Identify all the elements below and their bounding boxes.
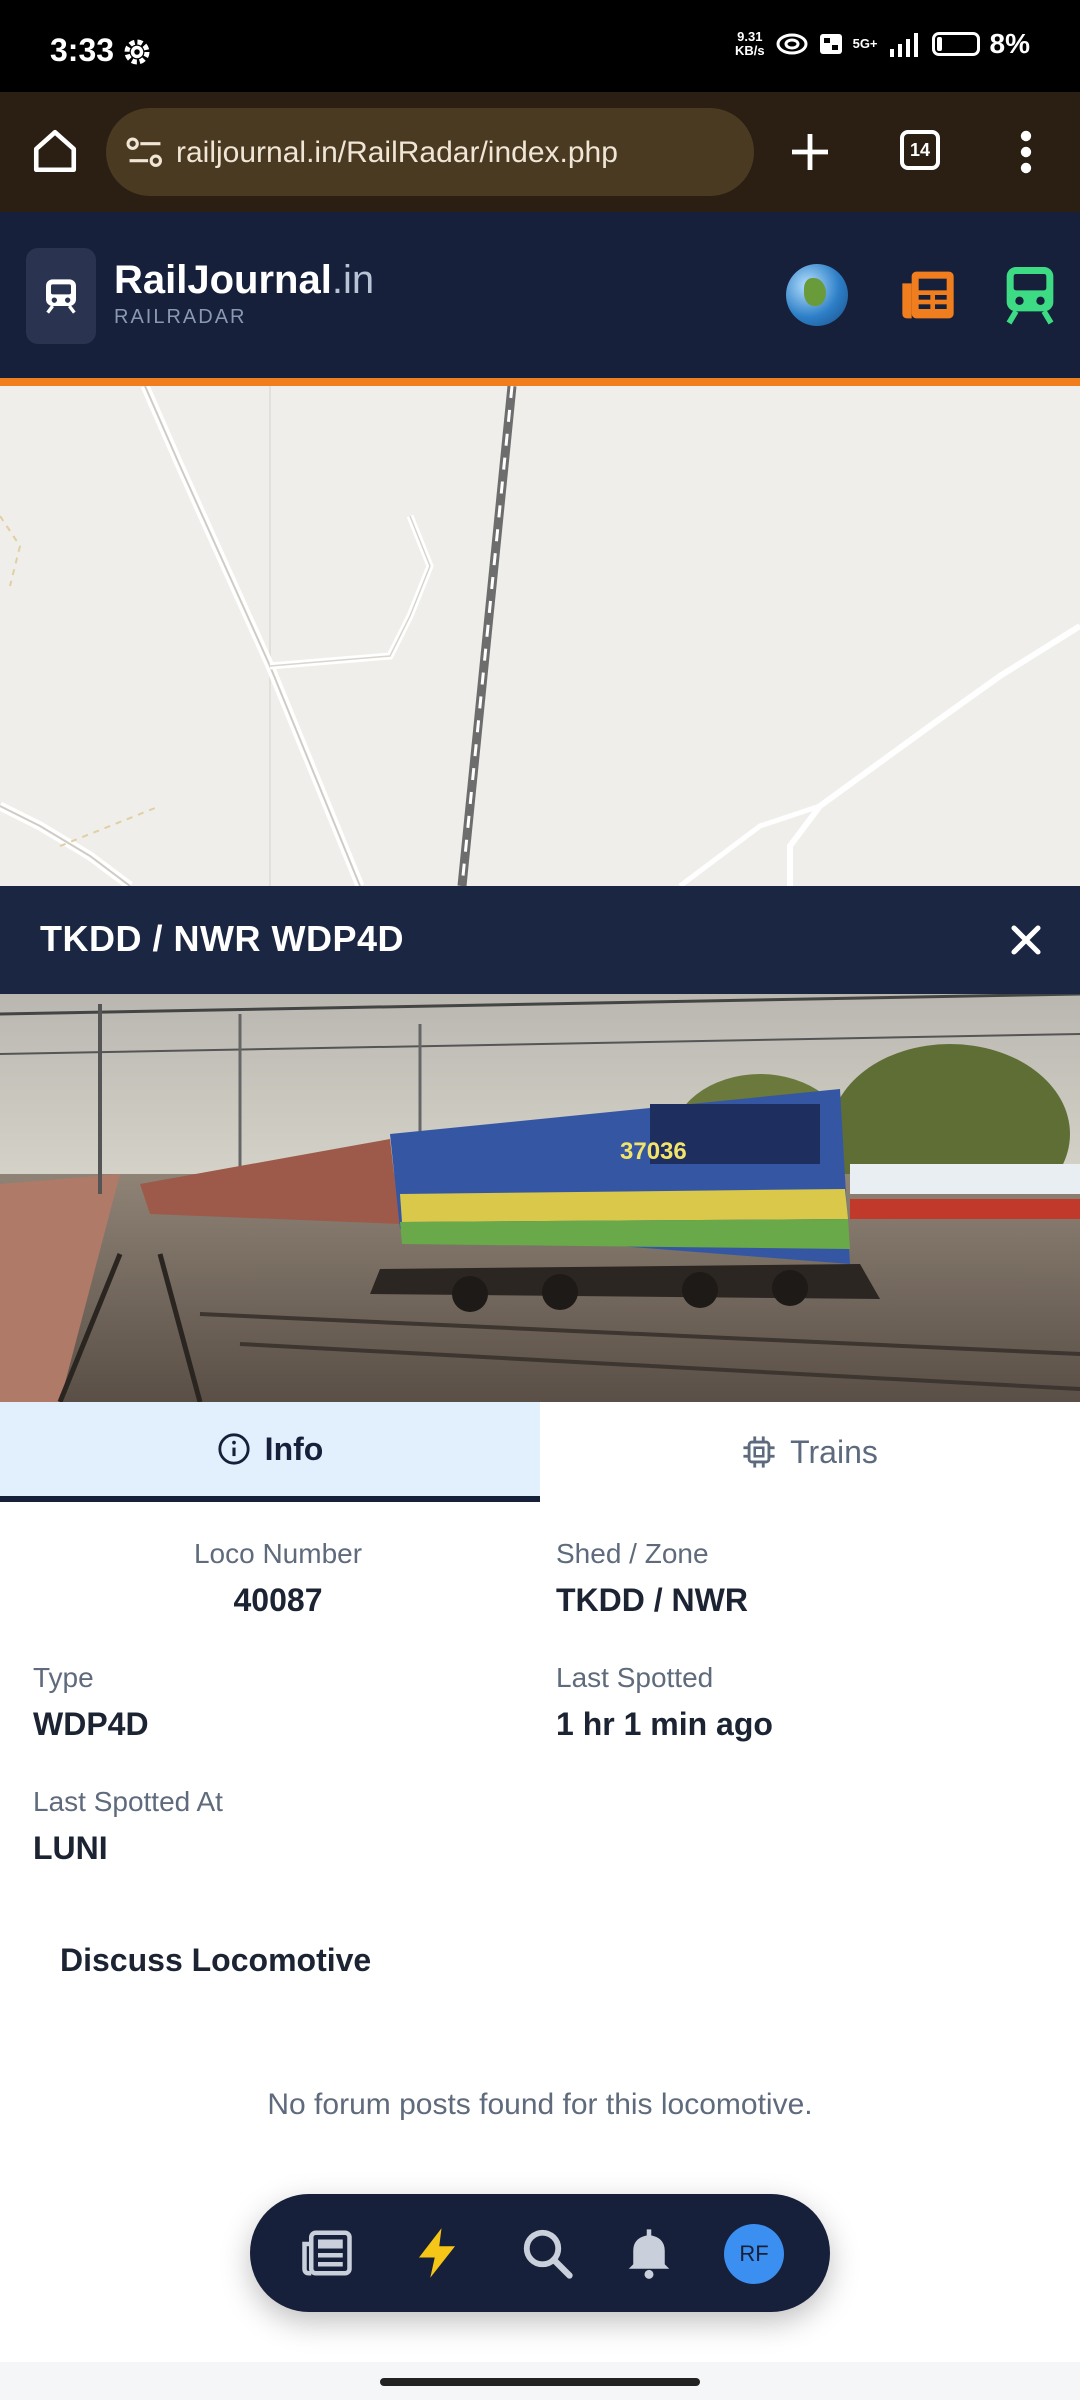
shed-zone-label: Shed / Zone bbox=[556, 1538, 709, 1569]
info-icon bbox=[218, 1433, 250, 1465]
train-logo-icon bbox=[46, 279, 76, 314]
notifications-icon[interactable] bbox=[622, 2226, 676, 2280]
network-type: 5G+ bbox=[852, 36, 878, 51]
loco-panel-header: TKDD / NWR WDP4D bbox=[0, 886, 1080, 994]
battery-icon bbox=[931, 32, 980, 56]
lightning-icon[interactable] bbox=[410, 2226, 464, 2280]
type-value: WDP4D bbox=[33, 1706, 149, 1742]
rail-map[interactable] bbox=[0, 386, 1080, 886]
tab-trains[interactable]: Trains bbox=[540, 1402, 1080, 1502]
volte-icon bbox=[819, 34, 842, 54]
news-icon[interactable] bbox=[300, 2226, 354, 2280]
last-spotted-at-value: LUNI bbox=[33, 1830, 108, 1866]
user-avatar[interactable]: RF bbox=[724, 2224, 784, 2284]
browser-toolbar: railjournal.in/RailRadar/index.php 14 bbox=[0, 92, 1080, 212]
tab-trains-label: Trains bbox=[790, 1433, 878, 1470]
address-bar[interactable]: railjournal.in/RailRadar/index.php bbox=[106, 108, 754, 196]
discuss-heading: Discuss Locomotive bbox=[60, 1942, 372, 1978]
brand-tld: .in bbox=[331, 258, 375, 302]
signal-icon bbox=[889, 33, 918, 57]
loco-photo-image: 37036 bbox=[0, 994, 1080, 1402]
brand-name[interactable]: RailJournal.in bbox=[114, 258, 374, 303]
brand-subtitle: RAILRADAR bbox=[114, 306, 247, 328]
network-speed-value: 9.31 bbox=[737, 29, 763, 44]
bottom-nav: RF bbox=[250, 2194, 830, 2312]
tab-info[interactable]: Info bbox=[0, 1402, 540, 1502]
newspaper-icon[interactable] bbox=[900, 268, 956, 322]
search-icon[interactable] bbox=[520, 2226, 574, 2280]
last-spotted-at-label: Last Spotted At bbox=[33, 1786, 223, 1817]
status-bar: 3:33 9.31 KB/s 5G+ 8% bbox=[0, 0, 1080, 92]
site-header: RailJournal.in RAILRADAR bbox=[0, 212, 1080, 386]
gesture-bar[interactable] bbox=[380, 2378, 700, 2386]
hotspot-icon bbox=[776, 33, 808, 55]
last-spotted-value: 1 hr 1 min ago bbox=[556, 1706, 773, 1742]
battery-percent: 8% bbox=[989, 28, 1030, 59]
train-icon[interactable] bbox=[1002, 264, 1058, 326]
svg-text:37036: 37036 bbox=[620, 1138, 687, 1165]
chip-icon bbox=[743, 1436, 775, 1468]
shed-zone-value: TKDD / NWR bbox=[556, 1582, 748, 1618]
status-indicators: 9.31 KB/s 5G+ 8% bbox=[735, 28, 1030, 60]
url-text[interactable]: railjournal.in/RailRadar/index.php bbox=[176, 136, 618, 170]
network-speed: 9.31 KB/s bbox=[735, 30, 765, 58]
loco-number-value: 40087 bbox=[233, 1582, 323, 1618]
new-tab-icon[interactable] bbox=[786, 128, 834, 176]
home-icon[interactable] bbox=[30, 126, 80, 176]
globe-icon[interactable] bbox=[786, 264, 848, 326]
more-menu-icon[interactable] bbox=[1016, 128, 1036, 176]
loco-title: TKDD / NWR WDP4D bbox=[40, 918, 404, 959]
type-label: Type bbox=[33, 1662, 94, 1693]
map-canvas bbox=[0, 386, 1080, 886]
status-time: 3:33 bbox=[50, 32, 115, 68]
site-settings-icon[interactable] bbox=[126, 136, 164, 170]
close-icon[interactable] bbox=[1008, 922, 1044, 958]
tab-switcher-button[interactable]: 14 bbox=[900, 130, 940, 170]
network-speed-unit: KB/s bbox=[734, 43, 765, 58]
tab-info-label: Info bbox=[264, 1430, 324, 1467]
settings-icon bbox=[124, 39, 150, 65]
detail-tabs: Info Trains bbox=[0, 1402, 1080, 1504]
no-posts-message: No forum posts found for this locomotive… bbox=[267, 2088, 813, 2121]
brand-main: RailJournal bbox=[114, 258, 332, 302]
last-spotted-label: Last Spotted bbox=[556, 1662, 714, 1693]
loco-photo: 37036 bbox=[0, 994, 1080, 1402]
site-logo[interactable] bbox=[26, 248, 96, 344]
loco-number-label: Loco Number bbox=[193, 1538, 363, 1569]
